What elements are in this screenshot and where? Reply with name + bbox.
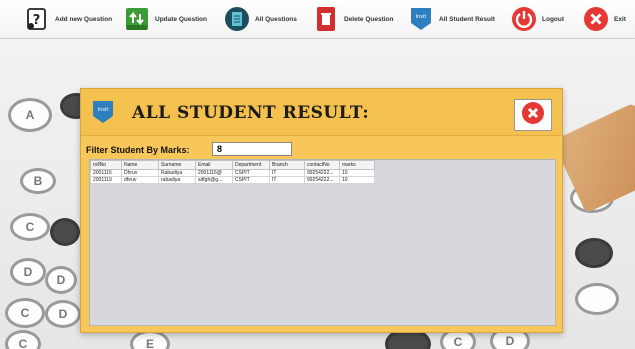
top-toolbar: ? Add new Question Update Question All Q… bbox=[0, 0, 635, 39]
answer-bubble bbox=[50, 218, 80, 246]
table-cell: rabadiya bbox=[158, 176, 196, 184]
answer-bubble: A bbox=[8, 98, 52, 132]
update-question-label: Update Question bbox=[155, 15, 208, 23]
table-cell: sdfgh@g... bbox=[195, 176, 233, 184]
table-cell: IT bbox=[269, 169, 305, 177]
results-table: rollNo Name Surname Email Department Bra… bbox=[90, 160, 375, 184]
column-header[interactable]: Branch bbox=[269, 160, 305, 170]
table-header-row: rollNo Name Surname Email Department Bra… bbox=[90, 160, 375, 170]
delete-question-label: Delete Question bbox=[344, 15, 394, 23]
table-cell: CSPIT bbox=[232, 169, 270, 177]
table-cell: 2001119 bbox=[90, 176, 122, 184]
answer-bubble: C bbox=[5, 298, 45, 328]
student-result-dialog: Insit ALL STUDENT RESULT: Filter Student… bbox=[80, 88, 563, 333]
trash-icon bbox=[313, 6, 339, 32]
column-header[interactable]: rollNo bbox=[90, 160, 122, 170]
close-icon bbox=[583, 6, 609, 32]
table-row[interactable]: 2001116 Dhruv Rabadiya 2001116@ CSPIT IT… bbox=[90, 169, 375, 177]
table-cell: dhruv bbox=[121, 176, 159, 184]
add-new-question-label: Add new Question bbox=[55, 15, 113, 23]
results-table-container[interactable]: rollNo Name Surname Email Department Bra… bbox=[89, 159, 556, 326]
table-cell: Rabadiya bbox=[158, 169, 196, 177]
insit-logo-icon: Insit bbox=[91, 99, 115, 130]
column-header[interactable]: marks bbox=[339, 160, 375, 170]
table-cell: 99254222... bbox=[304, 176, 340, 184]
answer-bubble bbox=[575, 283, 619, 315]
table-row[interactable]: 2001119 dhruv rabadiya sdfgh@g... CSPIT … bbox=[90, 176, 375, 184]
table-cell: 2001116 bbox=[90, 169, 122, 177]
pencil-image bbox=[552, 102, 635, 214]
answer-bubble: C bbox=[5, 330, 41, 349]
delete-question-button[interactable]: Delete Question bbox=[313, 5, 393, 33]
column-header[interactable]: Email bbox=[195, 160, 233, 170]
table-cell: 10 bbox=[339, 169, 375, 177]
power-icon bbox=[511, 6, 537, 32]
answer-bubble: C bbox=[10, 213, 50, 241]
answer-bubble: B bbox=[20, 168, 56, 194]
column-header[interactable]: Surname bbox=[158, 160, 196, 170]
document-list-icon bbox=[224, 6, 250, 32]
answer-bubble: D bbox=[10, 258, 46, 286]
logout-button[interactable]: Logout bbox=[511, 5, 564, 33]
filter-marks-input[interactable] bbox=[212, 142, 292, 156]
answer-bubble bbox=[575, 238, 613, 268]
add-question-icon: ? bbox=[24, 6, 50, 32]
table-cell: CSPIT bbox=[232, 176, 270, 184]
close-icon bbox=[521, 101, 545, 130]
logout-label: Logout bbox=[542, 15, 565, 23]
answer-bubble: D bbox=[45, 300, 81, 328]
answer-bubble: D bbox=[45, 266, 77, 294]
all-questions-button[interactable]: All Questions bbox=[224, 5, 297, 33]
exit-label: Exit bbox=[614, 15, 626, 23]
insit-shield-icon: Insit bbox=[408, 6, 434, 32]
dialog-header: Insit ALL STUDENT RESULT: bbox=[81, 89, 562, 136]
dialog-title: ALL STUDENT RESULT: bbox=[132, 103, 370, 123]
table-cell: 99254222... bbox=[304, 169, 340, 177]
all-student-result-label: All Student Result bbox=[439, 15, 495, 23]
column-header[interactable]: contactNo bbox=[304, 160, 340, 170]
column-header[interactable]: Department bbox=[232, 160, 270, 170]
table-cell: 10 bbox=[339, 176, 375, 184]
table-cell: IT bbox=[269, 176, 305, 184]
svg-text:Insit: Insit bbox=[98, 107, 109, 113]
all-student-result-button[interactable]: Insit All Student Result bbox=[408, 5, 495, 33]
column-header[interactable]: Name bbox=[121, 160, 159, 170]
all-questions-label: All Questions bbox=[255, 15, 297, 23]
update-question-button[interactable]: Update Question bbox=[124, 5, 207, 33]
table-cell: Dhruv bbox=[121, 169, 159, 177]
filter-label: Filter Student By Marks: bbox=[86, 145, 190, 155]
table-cell: 2001116@ bbox=[195, 169, 233, 177]
update-icon bbox=[124, 6, 150, 32]
dialog-close-button[interactable] bbox=[514, 99, 552, 131]
svg-text:Insit: Insit bbox=[416, 14, 427, 20]
add-new-question-button[interactable]: ? Add new Question bbox=[24, 5, 112, 33]
exit-button[interactable]: Exit bbox=[583, 5, 626, 33]
